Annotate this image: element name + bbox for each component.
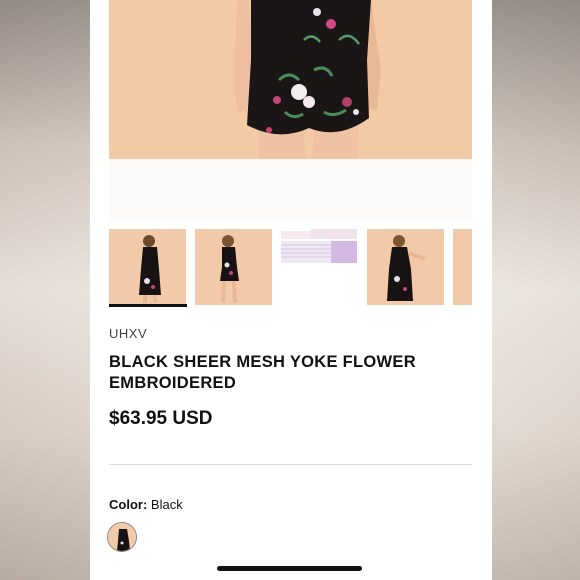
active-thumbnail-indicator (109, 304, 187, 307)
color-label: Color: (109, 497, 148, 512)
product-brand: UHXV (109, 326, 148, 341)
product-title: BLACK SHEER MESH YOKE FLOWER EMBROIDERED (109, 353, 416, 392)
blurred-background-left (0, 0, 90, 580)
home-indicator[interactable] (217, 566, 362, 571)
thumbnail-size-chart[interactable] (281, 229, 358, 265)
thumbnail-side-view[interactable] (367, 229, 444, 305)
product-price: $63.95 USD (109, 408, 213, 429)
thumbnail-strip (109, 229, 472, 307)
product-page: UHXV BLACK SHEER MESH YOKE FLOWER EMBROI… (90, 0, 492, 580)
thumbnail-back-view[interactable] (109, 229, 186, 305)
thumbnail-front-view[interactable] (195, 229, 272, 305)
color-value: Black (150, 497, 183, 512)
divider (109, 464, 472, 465)
color-swatch-black[interactable] (107, 522, 137, 552)
blurred-background-right (492, 0, 580, 580)
image-gallery-spacer (109, 159, 472, 221)
thumbnail-partial[interactable] (453, 229, 472, 305)
product-hero-image[interactable] (109, 0, 472, 159)
color-selector-label: Color: Black (109, 497, 183, 512)
